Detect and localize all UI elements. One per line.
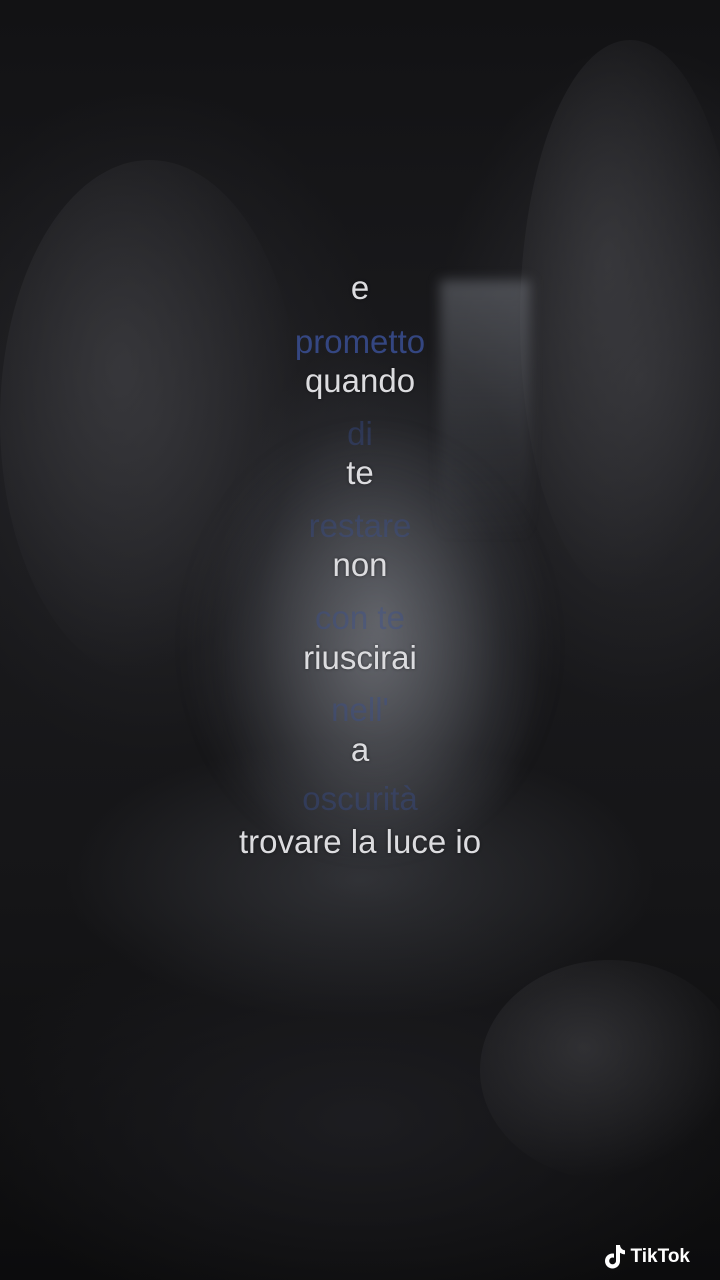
rock-right xyxy=(520,40,720,600)
lyric-line-te: te xyxy=(346,454,374,491)
tiktok-watermark: TikTok xyxy=(603,1244,690,1270)
waterfall xyxy=(440,280,530,540)
lyric-line-riuscirai: riuscirai xyxy=(303,639,417,676)
lyric-line-prometto: prometto xyxy=(294,323,426,360)
lyric-line-restare: restare xyxy=(308,507,412,544)
lyric-line-con-te: con te xyxy=(315,599,405,636)
lyric-line-nell: nell' xyxy=(331,691,389,728)
lyric-line-trovare: trovare la luce io xyxy=(238,823,482,860)
lyric-line-oscurita: oscurità xyxy=(302,780,418,817)
lyric-line-e: e xyxy=(350,269,370,306)
video-frame[interactable]: e prometto quando di te restare non con … xyxy=(0,0,720,1280)
lyric-line-non: non xyxy=(332,546,388,583)
lyrics-overlay: e prometto quando di te restare non con … xyxy=(0,0,720,1280)
waterfall-mist xyxy=(190,430,550,850)
lyric-line-di: di xyxy=(347,415,373,452)
lyric-line-a: a xyxy=(350,731,370,768)
lyric-line-quando: quando xyxy=(304,362,416,399)
tiktok-logo-icon xyxy=(604,1245,625,1269)
tiktok-brand-text: TikTok xyxy=(630,1246,690,1267)
rock-left xyxy=(0,160,300,680)
rock-bottom-right xyxy=(480,960,720,1180)
